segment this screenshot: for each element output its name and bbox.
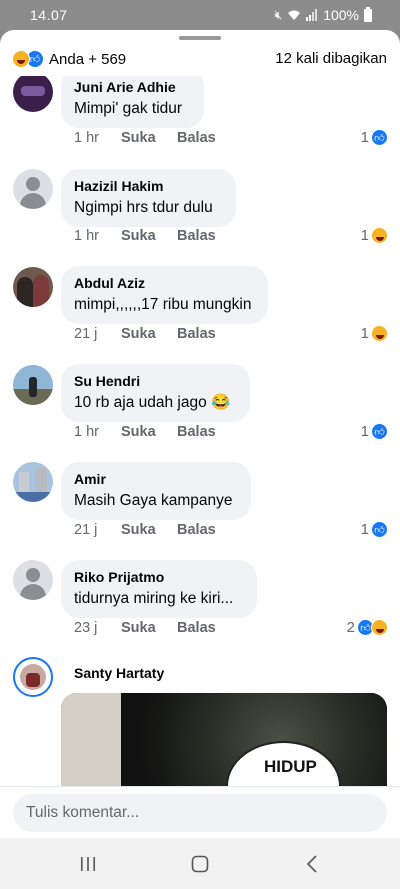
sheet-handle[interactable] — [179, 36, 221, 40]
reply-button[interactable]: Balas — [177, 130, 216, 146]
comment-author[interactable]: Riko Prijatmo — [74, 568, 244, 586]
back-icon — [306, 855, 317, 873]
status-bar: 14.07 🔇︎ 100% — [0, 0, 400, 30]
recents-icon — [81, 857, 95, 871]
reaction-summary[interactable]: 👍︎ Anda + 569 — [12, 50, 126, 68]
avatar[interactable] — [13, 72, 53, 112]
comment-author[interactable]: Su Hendri — [74, 372, 237, 390]
comment-reactions[interactable]: 2 👍︎ — [347, 619, 388, 636]
comment-text: 10 rb aja udah jago 😂 — [74, 394, 231, 411]
navigation-bar — [0, 838, 400, 889]
battery-icon — [364, 6, 372, 22]
comment-text: Masih Gaya kampanye — [74, 492, 233, 509]
status-icons: 🔇︎ 100% — [274, 6, 372, 23]
like-button[interactable]: Suka — [121, 326, 177, 342]
comment-bubble: Riko Prijatmo tidurnya miring ke kiri... — [61, 560, 257, 618]
like-button[interactable]: Suka — [121, 620, 177, 636]
comment-reactions[interactable]: 1 — [361, 325, 388, 342]
comment-actions: 23 j Suka Balas — [74, 620, 216, 636]
comment-bubble: Su Hendri 10 rb aja udah jago 😂 — [61, 364, 250, 422]
comments-sheet: 👍︎ Anda + 569 12 kali dibagikan Juni Ari… — [0, 30, 400, 838]
comment-author[interactable]: Amir — [74, 470, 238, 488]
comment-time: 1 hr — [74, 228, 99, 244]
comment-composer — [0, 786, 400, 838]
comment-time: 23 j — [74, 620, 98, 636]
status-time: 14.07 — [30, 7, 68, 23]
like-button[interactable]: Suka — [121, 130, 177, 146]
reaction-count: 1 — [360, 325, 369, 342]
comment-reactions[interactable]: 1 — [361, 227, 388, 244]
comment-bubble: Hazizil Hakim Ngimpi hrs tdur dulu — [61, 169, 236, 227]
comment-author[interactable]: Santy Hartaty — [74, 664, 164, 682]
comment-text: Ngimpi hrs tdur dulu — [74, 199, 213, 216]
reply-button[interactable]: Balas — [177, 522, 216, 538]
reply-button[interactable]: Balas — [177, 424, 216, 440]
comment-text: Mimpi' gak tidur — [74, 100, 183, 117]
reaction-count: 1 — [360, 227, 369, 244]
avatar[interactable] — [13, 462, 53, 502]
haha-reaction-icon — [371, 227, 388, 244]
wifi-icon — [288, 10, 301, 20]
like-reaction-icon: 👍︎ — [371, 129, 388, 146]
sheet-header: 👍︎ Anda + 569 12 kali dibagikan — [0, 44, 400, 76]
comment-reactions[interactable]: 1 👍︎ — [361, 521, 388, 538]
share-count[interactable]: 12 kali dibagikan — [275, 50, 387, 67]
avatar[interactable] — [13, 657, 53, 697]
like-button[interactable]: Suka — [121, 424, 177, 440]
comment-actions: 1 hr Suka Balas — [74, 130, 216, 146]
comment-time: 21 j — [74, 326, 98, 342]
haha-reaction-icon — [371, 325, 388, 342]
reaction-count: 2 — [346, 619, 355, 636]
comment-bubble: Amir Masih Gaya kampanye — [61, 462, 251, 520]
comment-actions: 1 hr Suka Balas — [74, 424, 216, 440]
like-reaction-icon: 👍︎ — [371, 521, 388, 538]
comment-author[interactable]: Abdul Aziz — [74, 274, 255, 292]
avatar[interactable] — [13, 365, 53, 405]
reply-button[interactable]: Balas — [177, 228, 216, 244]
comment-actions: 1 hr Suka Balas — [74, 228, 216, 244]
comment-author[interactable]: Hazizil Hakim — [74, 177, 223, 195]
reaction-count: 1 — [360, 129, 369, 146]
back-button[interactable] — [302, 852, 322, 876]
comment-author[interactable]: Juni Arie Adhie — [74, 78, 191, 96]
like-button[interactable]: Suka — [121, 522, 177, 538]
home-button[interactable] — [188, 852, 212, 876]
reaction-count: 1 — [360, 521, 369, 538]
reply-button[interactable]: Balas — [177, 620, 216, 636]
comment-time: 21 j — [74, 522, 98, 538]
comment-bubble: Juni Arie Adhie Mimpi' gak tidur — [61, 68, 204, 128]
comment-text: mimpi,,,,,,17 ribu mungkin — [74, 296, 252, 313]
comment-time: 1 hr — [74, 424, 99, 440]
comment-reactions[interactable]: 1 👍︎ — [361, 129, 388, 146]
comment-time: 1 hr — [74, 130, 99, 146]
comment-actions: 21 j Suka Balas — [74, 326, 216, 342]
battery-percent: 100% — [323, 7, 359, 23]
signal-icon — [306, 9, 318, 21]
image-text: HIDUP — [264, 757, 317, 776]
comment-text: tidurnya miring ke kiri... — [74, 590, 234, 607]
reaction-count: 1 — [360, 423, 369, 440]
mute-icon: 🔇︎ — [274, 7, 283, 22]
reply-button[interactable]: Balas — [177, 326, 216, 342]
reaction-count: Anda + 569 — [49, 50, 127, 68]
avatar[interactable] — [13, 169, 53, 209]
comment-reactions[interactable]: 1 👍︎ — [361, 423, 388, 440]
recents-button[interactable] — [78, 852, 98, 876]
haha-reaction-icon — [371, 619, 388, 636]
haha-reaction-icon — [12, 50, 30, 68]
comment-input[interactable] — [13, 794, 387, 832]
like-button[interactable]: Suka — [121, 228, 177, 244]
avatar[interactable] — [13, 560, 53, 600]
comment-bubble: Abdul Aziz mimpi,,,,,,17 ribu mungkin — [61, 266, 268, 324]
avatar[interactable] — [13, 267, 53, 307]
home-icon — [191, 855, 209, 873]
comment-actions: 21 j Suka Balas — [74, 522, 216, 538]
like-reaction-icon: 👍︎ — [371, 423, 388, 440]
